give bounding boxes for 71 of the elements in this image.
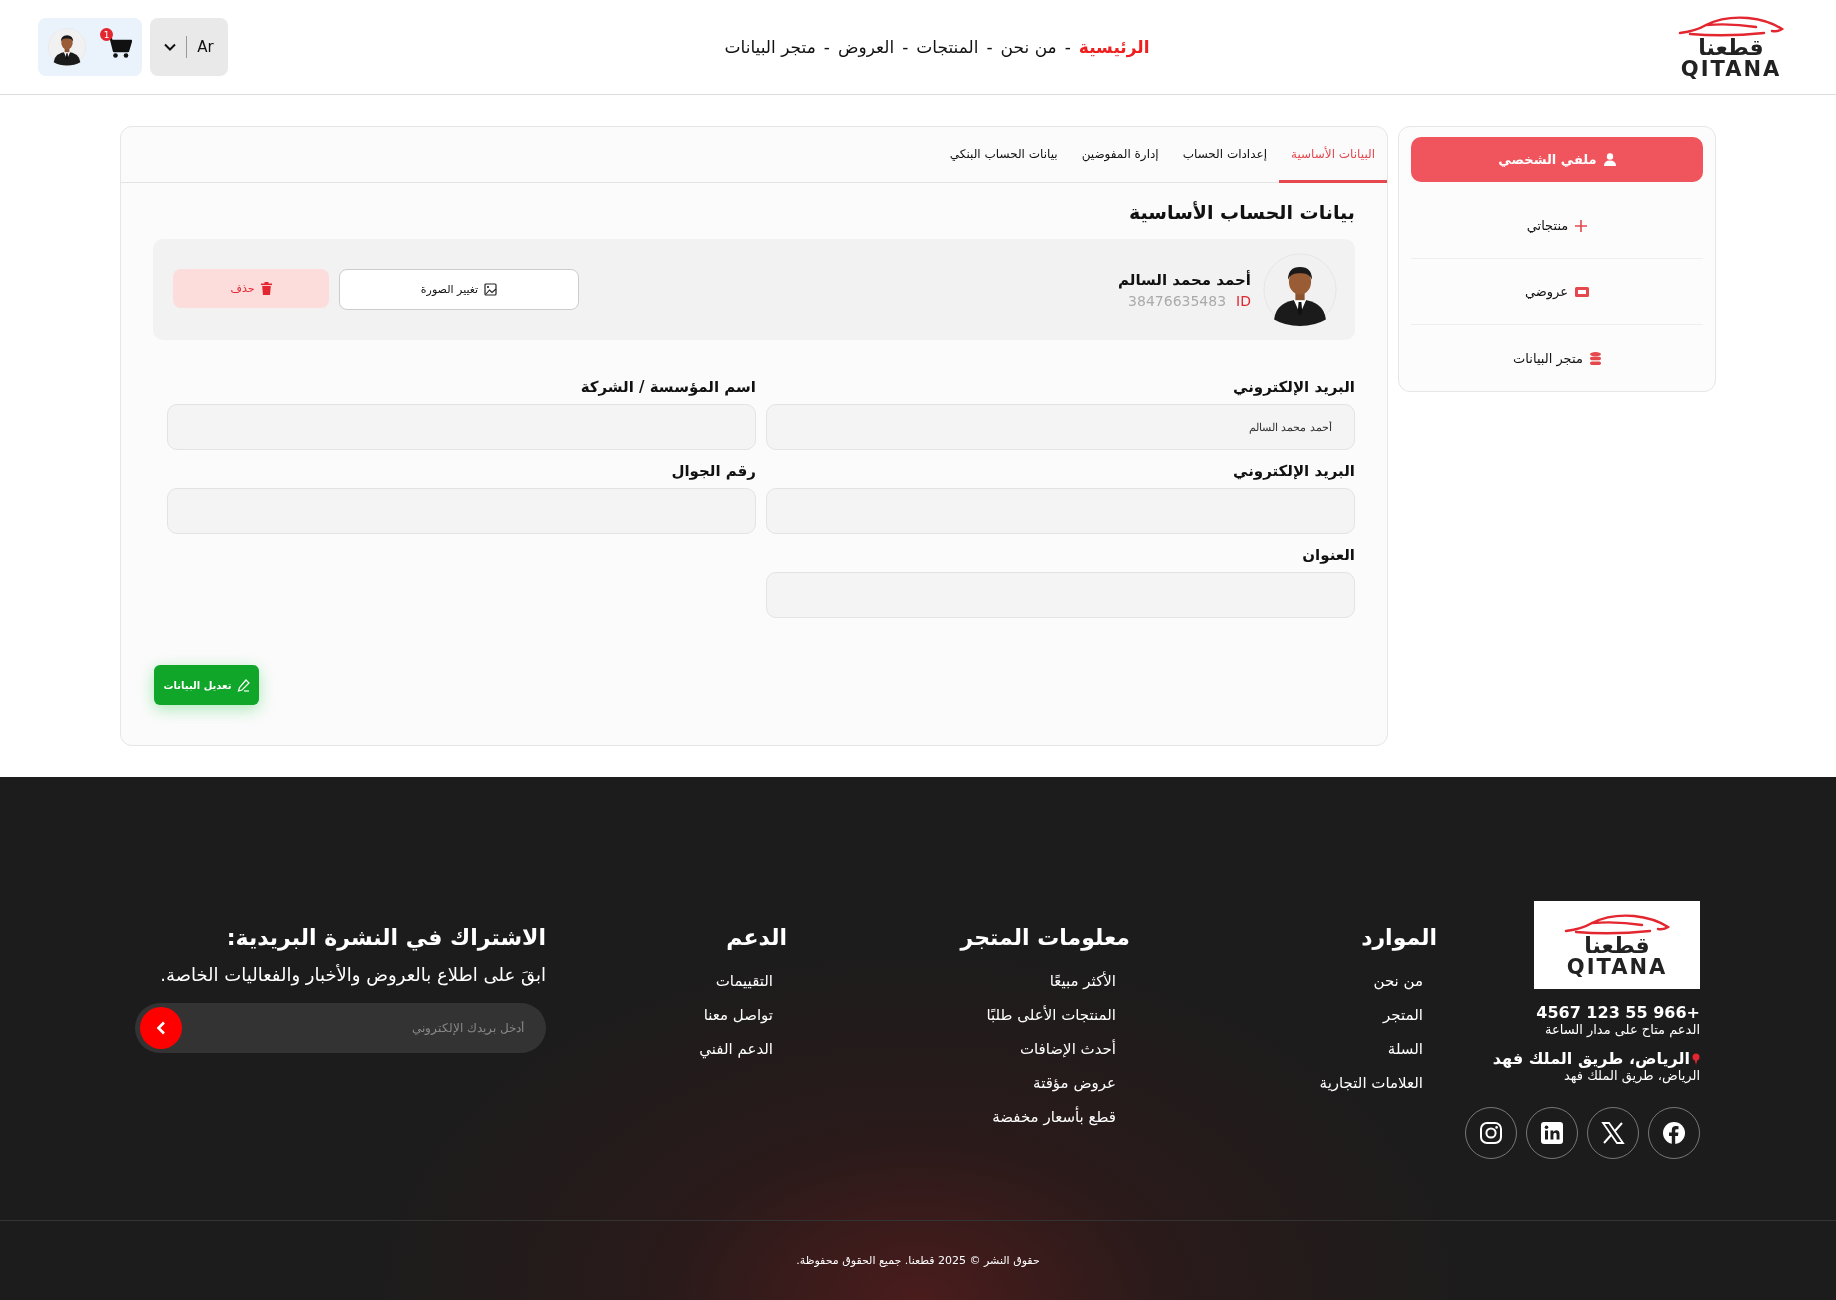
newsletter-heading: الاشتراك في النشرة البريدية: <box>225 925 546 950</box>
address-detail: الرياض، طريق الملك فهد <box>1564 1068 1700 1083</box>
database-icon <box>1589 351 1601 365</box>
logo-text: قطعنا <box>1584 934 1650 957</box>
image-icon <box>484 283 498 296</box>
footer-link[interactable]: أحدث الإضافات <box>1019 1032 1116 1066</box>
footer-link[interactable]: العلامات التجارية <box>1319 1066 1423 1100</box>
avatar <box>48 28 86 66</box>
nav-link[interactable]: من نحن <box>1000 37 1057 57</box>
user-name: أحمد محمد السالم <box>1117 270 1251 289</box>
car-icon <box>1676 14 1786 37</box>
delete-button[interactable]: حذف <box>173 269 329 308</box>
nav-separator: - <box>902 37 909 57</box>
id-label: ID <box>1236 292 1251 309</box>
sidebar-item[interactable]: عروضي <box>1411 259 1703 325</box>
footer-link[interactable]: عروض مؤقتة <box>1033 1066 1116 1100</box>
cart-count-badge: 1 <box>100 28 113 41</box>
nav-separator: - <box>823 37 830 57</box>
tab[interactable]: بيانات الحساب البنكي <box>937 127 1070 183</box>
footer-heading: الدعم <box>726 925 787 950</box>
field-label: العنوان <box>1301 546 1355 564</box>
language-dropdown[interactable]: Ar <box>150 18 228 76</box>
footer-link[interactable]: الدعم الفني <box>699 1032 773 1066</box>
sidebar-item[interactable]: منتجاتي <box>1411 193 1703 259</box>
ticket-icon <box>1575 286 1590 297</box>
footer-link[interactable]: قطع بأسعار مخفضة <box>992 1100 1116 1134</box>
change-photo-button[interactable]: تغيير الصورة <box>339 269 579 310</box>
footer-heading: معلومات المتجر <box>960 925 1130 950</box>
field-label: اسم المؤسسة / الشركة <box>579 378 756 396</box>
logo-text: QITANA <box>1566 956 1668 978</box>
input-field[interactable] <box>167 488 756 534</box>
chevron-down-icon <box>164 43 177 51</box>
tab[interactable]: إعدادات الحساب <box>1170 127 1279 183</box>
trash-icon <box>260 282 272 295</box>
user-id: 38476635483 <box>1128 292 1227 309</box>
input-field[interactable] <box>167 404 756 450</box>
chevron-left-icon <box>156 1021 166 1035</box>
location-pin-icon <box>1692 1052 1700 1065</box>
footer-link[interactable]: التقييمات <box>715 964 773 998</box>
footer-link[interactable]: المنتجات الأعلى طلبًا <box>986 998 1116 1032</box>
phone-number: +966 55 123 4567 <box>1536 1003 1700 1022</box>
footer-heading: الموارد <box>1361 925 1437 950</box>
footer-link[interactable]: من نحن <box>1373 964 1423 998</box>
footer-link[interactable]: السلة <box>1387 1032 1423 1066</box>
footer-link[interactable]: تواصل معنا <box>703 998 773 1032</box>
nav-separator: - <box>986 37 993 57</box>
support-hours: الدعم متاح على مدار الساعة <box>1545 1022 1700 1037</box>
tab[interactable]: إدارة المفوضين <box>1069 127 1171 183</box>
tab[interactable]: البيانات الأساسية <box>1279 127 1387 183</box>
nav-link[interactable]: المنتجات <box>916 37 979 57</box>
input-field[interactable] <box>766 488 1355 534</box>
nav-separator: - <box>1064 37 1071 57</box>
field-label: البريد الإلكتروني <box>1232 462 1355 480</box>
nav-link[interactable]: متجر البيانات <box>724 37 816 57</box>
field-label: البريد الإلكتروني <box>1232 378 1355 396</box>
logo-text: QITANA <box>1680 58 1782 80</box>
nav-link[interactable]: الرئيسية <box>1078 37 1150 57</box>
footer-link[interactable]: الأكثر مبيعًا <box>1049 964 1116 998</box>
nav-link[interactable]: العروض <box>837 37 895 57</box>
newsletter-text: ابقَ على اطلاع بالعروض والأخبار والفعاليات الخاصة. <box>159 964 546 985</box>
section-title: بيانات الحساب الأساسية <box>1128 201 1355 223</box>
user-icon <box>1603 153 1616 166</box>
pen-icon <box>236 678 250 692</box>
field-label: رقم الجوال <box>670 462 756 480</box>
logo-text: قطعنا <box>1698 36 1764 59</box>
input-field[interactable] <box>766 572 1355 618</box>
plus-icon <box>1575 219 1588 232</box>
copyright-text: حقوق النشر © 2025 قطعنا. جميع الحقوق محفوظة. <box>796 1254 1040 1267</box>
sidebar-item[interactable]: متجر البيانات <box>1411 325 1703 391</box>
footer-link[interactable]: المتجر <box>1383 998 1423 1032</box>
address: الرياض، طريق الملك فهد <box>1492 1049 1690 1068</box>
